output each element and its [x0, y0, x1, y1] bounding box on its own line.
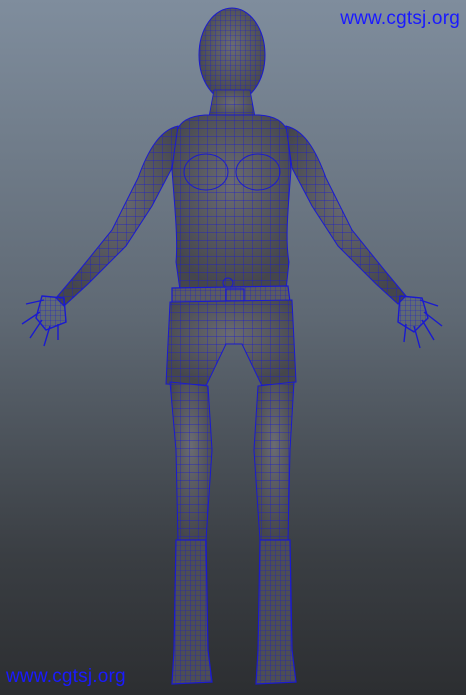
torso-mesh	[171, 114, 292, 291]
watermark-bottom-left: www.cgtsj.org	[6, 666, 126, 687]
head-mesh	[198, 7, 266, 103]
body-mesh	[21, 7, 443, 685]
leg-left-mesh	[169, 381, 213, 541]
hand-right-mesh	[397, 295, 443, 349]
boot-right-mesh	[255, 539, 297, 685]
watermark-top-right: www.cgtsj.org	[340, 8, 460, 29]
female-base-mesh-wireframe[interactable]	[0, 0, 466, 695]
leg-right-mesh	[253, 381, 295, 541]
shorts-mesh	[165, 299, 297, 387]
boot-left-mesh	[171, 539, 213, 685]
3d-viewport[interactable]: www.cgtsj.org www.cgtsj.org	[0, 0, 466, 695]
hand-left-mesh	[21, 295, 67, 347]
arm-left-mesh	[55, 125, 179, 307]
arm-right-mesh	[285, 125, 407, 305]
